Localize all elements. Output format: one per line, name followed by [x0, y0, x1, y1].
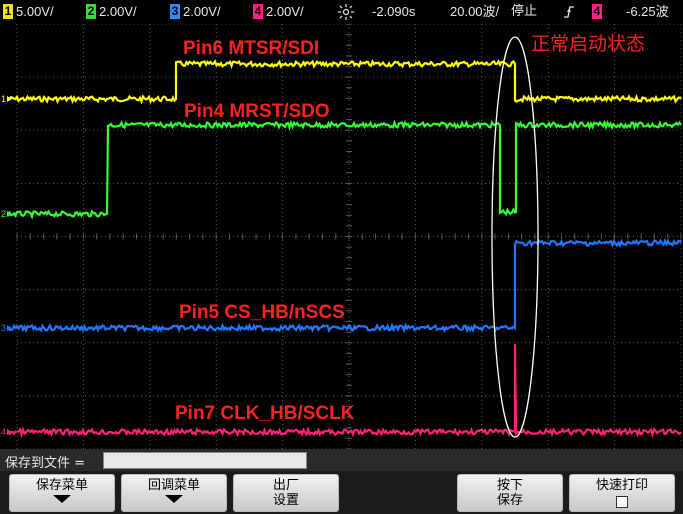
submenu-arrow-icon: [53, 495, 71, 503]
ch1-scale-value: 5.00V/: [16, 4, 54, 19]
ch4-scale-value: 2.00V/: [266, 4, 304, 19]
status-annotation: 正常启动状态: [531, 33, 646, 55]
ch1-label: Pin6 MTSR/SDI: [183, 38, 320, 59]
factory-setup-line2: 设置: [272, 493, 299, 508]
ch4-label: Pin7 CLK_HB/SCLK: [175, 403, 355, 424]
ch1-trace: [7, 58, 682, 105]
ch2-scale[interactable]: 2 2.00V/: [86, 4, 137, 20]
save-menu-label: 保存菜单: [35, 478, 88, 493]
quick-print-button[interactable]: 快速打印: [569, 474, 675, 512]
time-offset[interactable]: -2.090s: [372, 4, 415, 20]
save-to-file-input[interactable]: [103, 452, 307, 469]
ch1-badge: 1: [3, 4, 13, 19]
ch2-trace: [6, 119, 682, 220]
recall-menu-label: 回调菜单: [147, 478, 200, 493]
trigger-source-badge: 4: [592, 4, 602, 19]
ground-marker-3[interactable]: 3: [1, 323, 6, 333]
ch3-scale[interactable]: 3 2.00V/: [170, 4, 221, 20]
ch1-scale[interactable]: 1 5.00V/: [3, 4, 54, 20]
quick-print-checkbox[interactable]: [616, 496, 628, 508]
ch3-scale-value: 2.00V/: [183, 4, 221, 19]
trigger-position-icon[interactable]: [337, 3, 355, 21]
ch3-label: Pin5 CS_HB/nSCS: [179, 302, 345, 323]
save-menu-button[interactable]: 保存菜单: [9, 474, 115, 512]
waveform-canvas: 1 2 3 4: [1, 24, 682, 449]
save-to-file-row: 保存到文件 =: [0, 449, 683, 471]
status-bar: 1 5.00V/ 2 2.00V/ 3 2.00V/ 4 2.00V/ -2.090s …: [0, 0, 683, 24]
ch2-badge: 2: [86, 4, 96, 19]
ch2-scale-value: 2.00V/: [99, 4, 137, 19]
timebase[interactable]: 20.00波/: [450, 4, 499, 20]
recall-menu-button[interactable]: 回调菜单: [121, 474, 227, 512]
ch3-badge: 3: [170, 4, 180, 19]
press-to-save-button[interactable]: 按下 保存: [457, 474, 563, 512]
trigger-source[interactable]: 4: [592, 4, 605, 20]
quick-print-label: 快速打印: [595, 478, 648, 493]
factory-setup-line1: 出厂: [272, 478, 299, 493]
ch2-label: Pin4 MRST/SDO: [184, 101, 330, 122]
press-to-save-line1: 按下: [496, 478, 523, 493]
rising-edge-icon: [563, 4, 575, 20]
ground-marker-4[interactable]: 4: [1, 427, 6, 437]
traces: [6, 58, 682, 439]
waveform-display[interactable]: 1234 正常启动状态 Pin6 MTSR/SDI Pin4 MRST/SDO …: [0, 24, 683, 449]
save-to-file-label: 保存到文件 =: [5, 456, 86, 471]
run-state: 停止: [511, 4, 538, 19]
graticule: [16, 24, 682, 449]
ground-marker-1[interactable]: 1: [1, 94, 6, 104]
factory-setup-button[interactable]: 出厂 设置: [233, 474, 339, 512]
ch4-badge: 4: [253, 4, 263, 19]
ch4-scale[interactable]: 4 2.00V/: [253, 4, 304, 20]
submenu-arrow-icon: [165, 495, 183, 503]
softkey-panel: 保存到文件 = 保存菜单 回调菜单 出厂 设置 按下 保存 快速打印: [0, 449, 683, 514]
ground-marker-2[interactable]: 2: [1, 209, 6, 219]
press-to-save-line2: 保存: [496, 493, 523, 508]
trigger-level[interactable]: -6.25波: [626, 4, 669, 20]
ground-markers: 1 2 3 4: [1, 94, 12, 437]
